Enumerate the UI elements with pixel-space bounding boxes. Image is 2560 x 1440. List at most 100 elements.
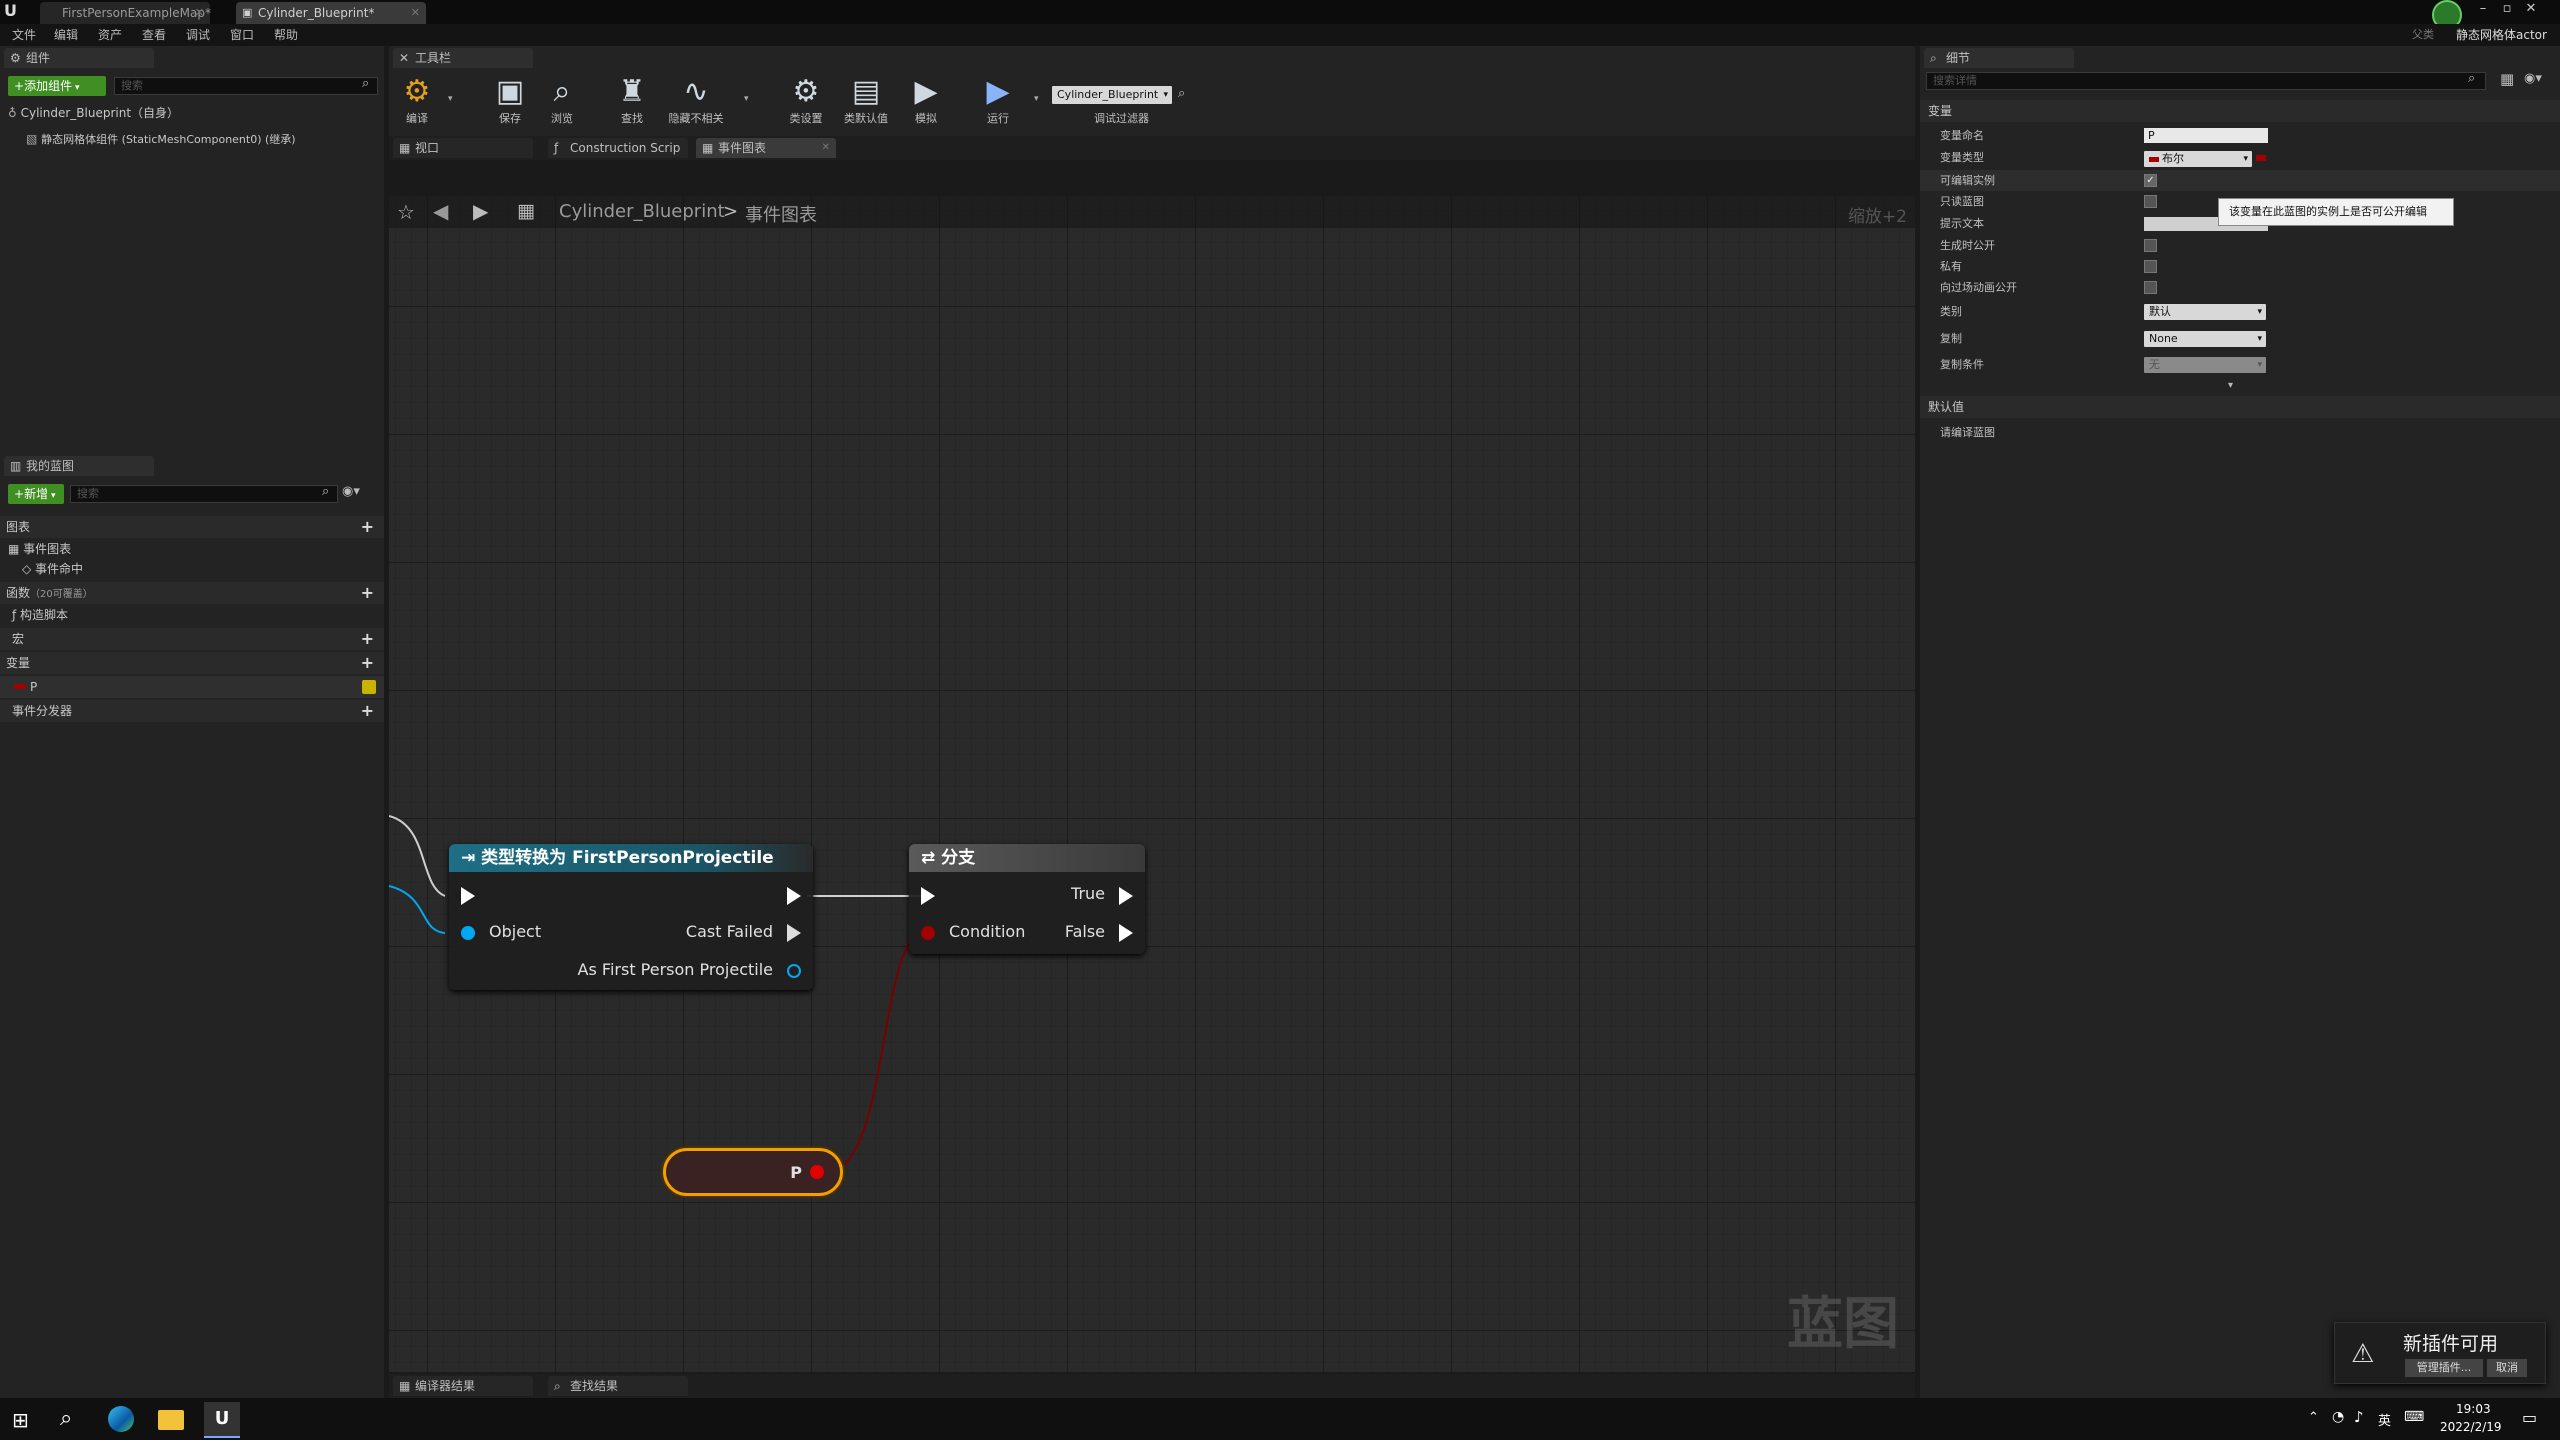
save-button[interactable]: ▣ 保存 bbox=[482, 70, 538, 126]
tab-compiler-results[interactable]: ▦ 编译器结果 bbox=[393, 1376, 533, 1396]
details-search-input[interactable]: 搜索详情 bbox=[1926, 72, 2486, 90]
advanced-expand-icon[interactable]: ▾ bbox=[2228, 380, 2233, 391]
component-static-mesh[interactable]: ▧ 静态网格体组件 (StaticMeshComponent0) (继承) bbox=[26, 128, 376, 150]
expose-cinematics-checkbox[interactable] bbox=[2144, 281, 2157, 294]
parent-class-link[interactable]: 静态网格体actor bbox=[2456, 24, 2547, 46]
section-event-dispatchers[interactable]: 事件分发器 + bbox=[0, 700, 384, 722]
close-icon[interactable]: ✕ bbox=[822, 138, 830, 158]
tab-event-graph[interactable]: ▦ 事件图表 ✕ bbox=[696, 138, 836, 158]
sidebar-item-event-hit[interactable]: ◇ 事件命中 bbox=[22, 558, 372, 580]
menu-view[interactable]: 查看 bbox=[142, 24, 166, 46]
section-macros[interactable]: 宏 + bbox=[0, 628, 384, 650]
replication-select[interactable]: None ▾ bbox=[2144, 331, 2266, 347]
add-graph-icon[interactable]: + bbox=[361, 516, 374, 538]
find-button[interactable]: ♜ 查找 bbox=[604, 70, 660, 126]
menu-help[interactable]: 帮助 bbox=[274, 24, 298, 46]
menu-edit[interactable]: 编辑 bbox=[54, 24, 78, 46]
branch-exec-in-pin[interactable] bbox=[921, 887, 935, 905]
section-variables[interactable]: 变量 + bbox=[0, 652, 384, 674]
add-macro-icon[interactable]: + bbox=[361, 628, 374, 650]
debug-object-select[interactable]: Cylinder_Blueprint ▾ bbox=[1052, 86, 1172, 104]
section-graphs[interactable]: 图表 + bbox=[0, 516, 384, 538]
simulate-button[interactable]: ▶ 模拟 bbox=[898, 70, 954, 126]
compile-options-chevron-icon[interactable]: ▾ bbox=[448, 94, 453, 104]
section-variable[interactable]: 变量 bbox=[1920, 100, 2560, 122]
manage-plugins-button[interactable]: 管理插件... bbox=[2405, 1359, 2483, 1377]
windows-start-icon[interactable]: ⊞ bbox=[12, 1408, 29, 1432]
blueprint-search-input[interactable]: 搜索 bbox=[70, 485, 338, 503]
hide-unrelated-button[interactable]: ∿ 隐藏不相关 bbox=[668, 70, 724, 126]
maximize-icon[interactable]: ▫ bbox=[2496, 0, 2518, 18]
network-icon[interactable]: ◔ bbox=[2332, 1409, 2344, 1425]
private-checkbox[interactable] bbox=[2144, 260, 2157, 273]
close-icon[interactable]: ✕ bbox=[195, 2, 204, 24]
branch-condition-pin[interactable] bbox=[921, 926, 935, 940]
cancel-button[interactable]: 取消 bbox=[2487, 1359, 2527, 1377]
tab-components[interactable]: ⚙ 组件 bbox=[4, 48, 154, 68]
tab-toolbar[interactable]: ✕ 工具栏 bbox=[393, 48, 533, 68]
debug-search-icon[interactable]: ⌕ bbox=[1178, 86, 1185, 101]
file-explorer-icon[interactable] bbox=[158, 1410, 184, 1430]
expose-on-spawn-checkbox[interactable] bbox=[2144, 239, 2157, 252]
branch-node[interactable]: ⇄ 分支 True Condition False bbox=[909, 844, 1145, 954]
notification-center-icon[interactable]: ▭ bbox=[2522, 1408, 2537, 1427]
eye-icon[interactable]: ◉▾ bbox=[2524, 71, 2542, 86]
tab-my-blueprint[interactable]: ▥ 我的蓝图 bbox=[4, 456, 154, 476]
add-function-icon[interactable]: + bbox=[361, 582, 374, 604]
menu-file[interactable]: 文件 bbox=[12, 24, 36, 46]
edge-browser-icon[interactable] bbox=[108, 1406, 134, 1432]
tab-details[interactable]: ⌕ 细节 bbox=[1924, 48, 2074, 68]
play-button[interactable]: ▶ 运行 bbox=[970, 70, 1026, 126]
cast-exec-in-pin[interactable] bbox=[461, 887, 475, 905]
component-root[interactable]: ♁ Cylinder_Blueprint（自身） bbox=[8, 102, 378, 124]
tab-find-results[interactable]: ⌕ 查找结果 bbox=[548, 1376, 688, 1396]
as-projectile-pin[interactable] bbox=[787, 964, 801, 978]
tab-first-person-map[interactable]: FirstPersonExampleMap* ✕ bbox=[40, 2, 211, 24]
taskbar-search-icon[interactable]: ⌕ bbox=[60, 1406, 72, 1431]
menu-asset[interactable]: 资产 bbox=[98, 24, 122, 46]
add-variable-icon[interactable]: + bbox=[361, 652, 374, 674]
instance-editable-checkbox[interactable]: ✓ bbox=[2144, 174, 2157, 187]
close-icon[interactable]: ✕ bbox=[411, 2, 420, 24]
volume-icon[interactable]: ♪ bbox=[2354, 1408, 2364, 1426]
cast-node[interactable]: ⇥ 类型转换为 FirstPersonProjectile Object Cas… bbox=[449, 844, 813, 990]
sidebar-item-variable-p[interactable]: P bbox=[0, 676, 384, 698]
branch-true-pin[interactable] bbox=[1119, 887, 1133, 905]
class-defaults-button[interactable]: ▤ 类默认值 bbox=[838, 70, 894, 126]
tab-construction-script[interactable]: ƒ Construction Scrip bbox=[548, 138, 688, 158]
play-options-chevron-icon[interactable]: ▾ bbox=[1034, 94, 1039, 104]
tab-cylinder-blueprint[interactable]: ▣ Cylinder_Blueprint* ✕ bbox=[236, 2, 426, 24]
compile-button[interactable]: ⚙ 编译 bbox=[389, 70, 445, 126]
section-functions[interactable]: 函数（20可覆盖） + bbox=[0, 582, 384, 604]
search-icon[interactable]: ⌕ bbox=[322, 484, 329, 499]
category-select[interactable]: 默认 ▾ bbox=[2144, 304, 2266, 320]
add-dispatcher-icon[interactable]: + bbox=[361, 700, 374, 722]
cast-exec-out-pin[interactable] bbox=[787, 887, 801, 905]
menu-window[interactable]: 窗口 bbox=[230, 24, 254, 46]
clock-date[interactable]: 2022/2/19 bbox=[2440, 1420, 2502, 1434]
new-button[interactable]: +新增 ▾ bbox=[8, 484, 64, 504]
section-default-value[interactable]: 默认值 bbox=[1920, 396, 2560, 418]
visibility-eye-icon[interactable] bbox=[362, 680, 376, 694]
variable-p-out-pin[interactable] bbox=[810, 1165, 824, 1179]
hide-unrelated-chevron-icon[interactable]: ▾ bbox=[744, 94, 749, 104]
search-icon[interactable]: ⌕ bbox=[362, 76, 369, 91]
blueprint-readonly-checkbox[interactable] bbox=[2144, 195, 2157, 208]
keyboard-icon[interactable]: ⌨ bbox=[2404, 1409, 2424, 1425]
cast-failed-exec-pin[interactable] bbox=[787, 924, 801, 942]
sidebar-item-construction-script[interactable]: ƒ 构造脚本 bbox=[12, 604, 372, 626]
grid-view-icon[interactable]: ▦ bbox=[2500, 70, 2514, 88]
class-settings-button[interactable]: ⚙ 类设置 bbox=[778, 70, 834, 126]
event-graph-canvas[interactable]: ☆ ◀ ▶ ▦ Cylinder_Blueprint > 事件图表 缩放+2 ⇥… bbox=[389, 196, 1915, 1372]
close-window-icon[interactable]: ✕ bbox=[2520, 0, 2542, 18]
eye-icon[interactable]: ◉▾ bbox=[342, 484, 360, 499]
variable-name-input[interactable]: P bbox=[2144, 128, 2268, 143]
branch-false-pin[interactable] bbox=[1119, 924, 1133, 942]
add-component-button[interactable]: +添加组件 ▾ bbox=[8, 76, 106, 96]
tray-chevron-icon[interactable]: ⌃ bbox=[2308, 1410, 2319, 1425]
menu-debug[interactable]: 调试 bbox=[186, 24, 210, 46]
minimize-icon[interactable]: – bbox=[2472, 0, 2494, 18]
clock-time[interactable]: 19:03 bbox=[2456, 1402, 2491, 1416]
search-icon[interactable]: ⌕ bbox=[2468, 71, 2475, 86]
container-type-icon[interactable] bbox=[2256, 155, 2266, 161]
